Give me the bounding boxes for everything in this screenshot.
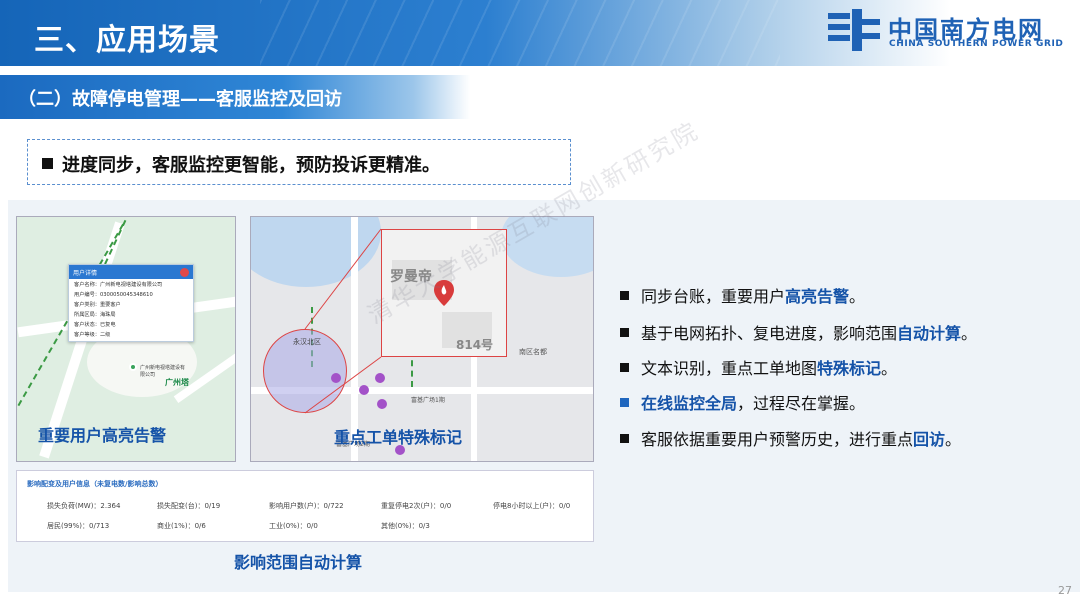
- info-item: 停电8小时以上(户)：0/0: [493, 502, 571, 510]
- popup-row: 客户类别：重要客户: [74, 301, 121, 308]
- popup-row: 用户编号：0300050045348610: [74, 291, 153, 298]
- info-item: 重复停电2次(户)：0/0: [381, 502, 452, 510]
- info-item: 其他(0%)：0/3: [381, 522, 430, 530]
- info-panel-title: 影响配变及用户信息（未复电数/影响总数）: [27, 480, 163, 488]
- user-detail-popup[interactable]: 用户详情 客户名称：广州新电视塔建设有限公司 用户编号：030005004534…: [68, 264, 194, 342]
- caption-key-orders: 重点工单特殊标记: [334, 428, 463, 447]
- info-item: 居民(99%)：0/713: [47, 522, 110, 530]
- bullet-square-icon: [42, 158, 53, 169]
- info-item: 工业(0%)：0/0: [269, 522, 318, 530]
- key-point-text: 进度同步，客服监控更智能，预防投诉更精准。: [62, 155, 440, 176]
- bullet-square-icon: [620, 328, 629, 337]
- bullet-square-icon: [620, 398, 629, 407]
- header-decoration: [260, 0, 780, 66]
- popup-title: 用户详情: [73, 270, 98, 277]
- order-marker-icon[interactable]: [359, 385, 369, 395]
- popup-row: 客户名称：广州新电视塔建设有限公司: [74, 281, 163, 288]
- info-item: 商业(1%)：0/6: [157, 522, 206, 530]
- section-bar: （二）故障停电管理——客服监控及回访: [0, 75, 470, 119]
- key-point-box: 进度同步，客服监控更智能，预防投诉更精准。: [27, 139, 571, 185]
- order-marker-icon[interactable]: [377, 399, 387, 409]
- popup-row: 客户等级：二级: [74, 331, 111, 338]
- bullet-item: 客服依据重要用户预警历史，进行重点回访。: [620, 426, 961, 450]
- bullet-item: 基于电网拓扑、复电进度，影响范围自动计算。: [620, 320, 977, 344]
- info-item: 损失负荷(MW)：2.364: [47, 502, 121, 510]
- caption-impact-range: 影响范围自动计算: [234, 553, 363, 572]
- csg-logo-icon: [828, 9, 880, 51]
- area-label: 广州塔: [165, 378, 189, 387]
- order-marker-icon[interactable]: [375, 373, 385, 383]
- poi-marker-icon[interactable]: [129, 363, 137, 371]
- impact-info-panel: 影响配变及用户信息（未复电数/影响总数） 损失负荷(MW)：2.364 损失配变…: [16, 470, 594, 542]
- section-subtitle: （二）故障停电管理——客服监控及回访: [18, 89, 342, 110]
- caption-important-users: 重要用户高亮告警: [38, 426, 167, 445]
- info-item: 影响用户数(户)：0/722: [269, 502, 344, 510]
- bullet-item: 文本识别，重点工单地图特殊标记。: [620, 355, 897, 379]
- slide-title: 三、应用场景: [34, 23, 220, 58]
- info-item: 损失配变(台)：0/19: [157, 502, 221, 510]
- logo-text-en: CHINA SOUTHERN POWER GRID: [889, 39, 1064, 49]
- popup-row: 所属区局：海珠局: [74, 311, 116, 318]
- page-number: 27: [1058, 584, 1072, 597]
- bullet-square-icon: [620, 434, 629, 443]
- close-icon[interactable]: [180, 268, 189, 277]
- order-marker-icon[interactable]: [331, 373, 341, 383]
- bullet-square-icon: [620, 363, 629, 372]
- bullet-square-icon: [620, 291, 629, 300]
- bullet-item: 同步台账，重要用户高亮告警。: [620, 283, 865, 307]
- bullet-item: 在线监控全局，过程尽在掌握。: [620, 390, 865, 414]
- popup-row: 客户状态：已复电: [74, 321, 116, 328]
